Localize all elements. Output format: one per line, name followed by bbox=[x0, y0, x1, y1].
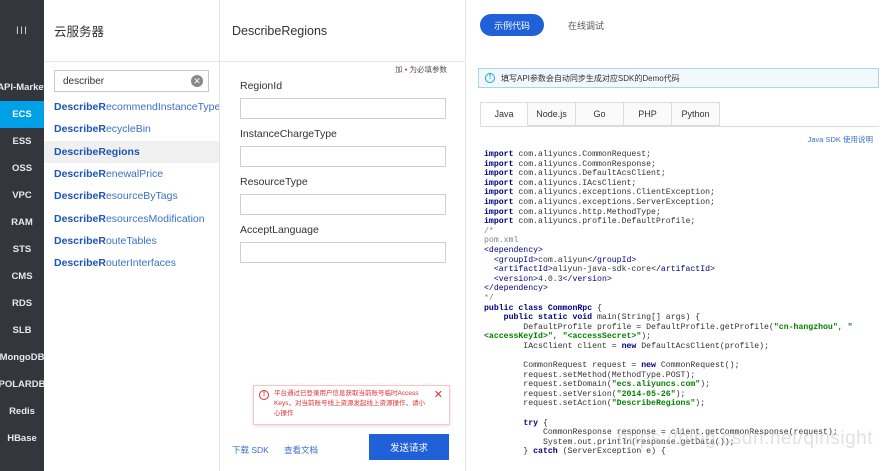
api-item-rest: enewalPrice bbox=[105, 168, 164, 181]
code-block: import com.aliyuncs.CommonRequest; impor… bbox=[484, 150, 853, 457]
tab-online-debug[interactable]: 在线调试 bbox=[568, 19, 604, 32]
product-title: 云服务器 bbox=[44, 0, 219, 62]
nav-item-redis[interactable]: Redis bbox=[0, 398, 44, 425]
api-item-match: DescribeR bbox=[54, 234, 106, 247]
api-list-item[interactable]: DescribeRegions bbox=[44, 140, 219, 163]
param-label: InstanceChargeType bbox=[240, 128, 337, 140]
api-search-input[interactable] bbox=[55, 71, 208, 91]
info-banner: ! 填写API参数会自动同步生成对应SDK的Demo代码 bbox=[478, 68, 879, 88]
nav-item-api-market[interactable]: API-Market bbox=[0, 74, 44, 101]
language-tabs: Java Node.js Go PHP Python bbox=[480, 102, 720, 126]
required-note: 加 • 为必填参数 bbox=[395, 64, 447, 75]
param-label: ResourceType bbox=[240, 176, 308, 188]
api-item-rest: outerInterfaces bbox=[105, 257, 176, 270]
tab-php[interactable]: PHP bbox=[624, 102, 672, 126]
product-nav: III API-MarketECSESSOSSVPCRAMSTSCMSRDSSL… bbox=[0, 0, 44, 471]
param-input-resourcetype[interactable] bbox=[240, 194, 446, 215]
tab-nodejs[interactable]: Node.js bbox=[528, 102, 576, 126]
param-input-acceptlanguage[interactable] bbox=[240, 242, 446, 263]
view-docs-link[interactable]: 查看文档 bbox=[284, 444, 318, 456]
api-item-match: DescribeR bbox=[54, 212, 106, 225]
tab-python[interactable]: Python bbox=[672, 102, 720, 126]
api-item-rest: outeTables bbox=[105, 234, 157, 247]
api-item-match: DescribeR bbox=[54, 257, 106, 270]
api-list-item[interactable]: DescribeR esourceByTags bbox=[44, 185, 219, 207]
api-item-rest: esourcesModification bbox=[105, 212, 205, 225]
tab-java[interactable]: Java bbox=[480, 102, 528, 126]
param-label: AcceptLanguage bbox=[240, 224, 319, 236]
menu-icon[interactable]: III bbox=[0, 0, 44, 62]
param-regionid: RegionId bbox=[240, 80, 446, 119]
info-text: 填写API参数会自动同步生成对应SDK的Demo代码 bbox=[501, 73, 680, 83]
api-item-match: DescribeR bbox=[54, 123, 106, 136]
warning-text: 平台通过已登录用户信息获取当前账号临时Access Keys，对当前账号线上资源… bbox=[274, 390, 425, 417]
api-list-item[interactable]: DescribeR outeTables bbox=[44, 230, 219, 252]
api-search-box[interactable]: ✕ bbox=[54, 70, 209, 92]
sdk-doc-link[interactable]: Java SDK 使用说明 bbox=[808, 134, 873, 145]
close-icon[interactable]: ✕ bbox=[434, 388, 443, 401]
param-acceptlanguage: AcceptLanguage bbox=[240, 224, 446, 263]
nav-item-cms[interactable]: CMS bbox=[0, 263, 44, 290]
api-item-match: DescribeR bbox=[54, 101, 106, 114]
clear-circle-icon[interactable]: ✕ bbox=[191, 75, 203, 87]
nav-item-vpc[interactable]: VPC bbox=[0, 182, 44, 209]
nav-item-ess[interactable]: ESS bbox=[0, 128, 44, 155]
divider bbox=[480, 126, 879, 127]
api-item-rest: ecommendInstanceType bbox=[105, 101, 219, 114]
warning-icon: ! bbox=[259, 390, 269, 400]
api-list-item[interactable]: DescribeR ecommendInstanceType bbox=[44, 96, 219, 118]
api-item-match: DescribeR bbox=[54, 190, 106, 203]
api-item-rest: ecycleBin bbox=[105, 123, 151, 136]
nav-item-mongodb[interactable]: MongoDB bbox=[0, 344, 44, 371]
nav-item-oss[interactable]: OSS bbox=[0, 155, 44, 182]
tab-sample-code[interactable]: 示例代码 bbox=[480, 14, 545, 36]
code-panel: 示例代码 在线调试 ! 填写API参数会自动同步生成对应SDK的Demo代码 J… bbox=[466, 0, 891, 471]
param-input-instancechargetype[interactable] bbox=[240, 146, 446, 167]
params-panel: DescribeRegions 加 • 为必填参数 RegionId Insta… bbox=[220, 0, 466, 471]
nav-item-polardb[interactable]: POLARDB bbox=[0, 371, 44, 398]
nav-item-hbase[interactable]: HBase bbox=[0, 425, 44, 452]
nav-item-rds[interactable]: RDS bbox=[0, 290, 44, 317]
nav-item-slb[interactable]: SLB bbox=[0, 317, 44, 344]
api-list-item[interactable]: DescribeR enewalPrice bbox=[44, 163, 219, 185]
download-sdk-link[interactable]: 下载 SDK bbox=[232, 444, 269, 456]
api-list-item[interactable]: DescribeR esourcesModification bbox=[44, 207, 219, 229]
nav-item-ecs[interactable]: ECS bbox=[0, 101, 44, 128]
warning-toast: ! 平台通过已登录用户信息获取当前账号临时Access Keys，对当前账号线上… bbox=[253, 385, 450, 425]
nav-item-ram[interactable]: RAM bbox=[0, 209, 44, 236]
api-list-item[interactable]: DescribeR ecycleBin bbox=[44, 118, 219, 140]
param-instancechargetype: InstanceChargeType bbox=[240, 128, 446, 167]
api-name-title: DescribeRegions bbox=[220, 0, 465, 62]
param-input-regionid[interactable] bbox=[240, 98, 446, 119]
param-label: RegionId bbox=[240, 80, 283, 92]
tab-go[interactable]: Go bbox=[576, 102, 624, 126]
api-list-panel: 云服务器 ✕ DescribeRecommendInstanceTypeDesc… bbox=[44, 0, 220, 471]
api-item-match: DescribeR bbox=[54, 168, 106, 181]
send-request-button[interactable]: 发送请求 bbox=[369, 434, 449, 460]
api-item-rest: esourceByTags bbox=[105, 190, 178, 203]
info-icon: ! bbox=[485, 73, 495, 83]
api-item-match: DescribeRegions bbox=[54, 145, 140, 158]
nav-item-sts[interactable]: STS bbox=[0, 236, 44, 263]
required-note-text: 为必填参数 bbox=[409, 65, 448, 74]
api-list-item[interactable]: DescribeR outerInterfaces bbox=[44, 252, 219, 274]
required-note-prefix: 加 bbox=[395, 65, 403, 74]
param-resourcetype: ResourceType bbox=[240, 176, 446, 215]
required-dot: • bbox=[404, 65, 408, 74]
